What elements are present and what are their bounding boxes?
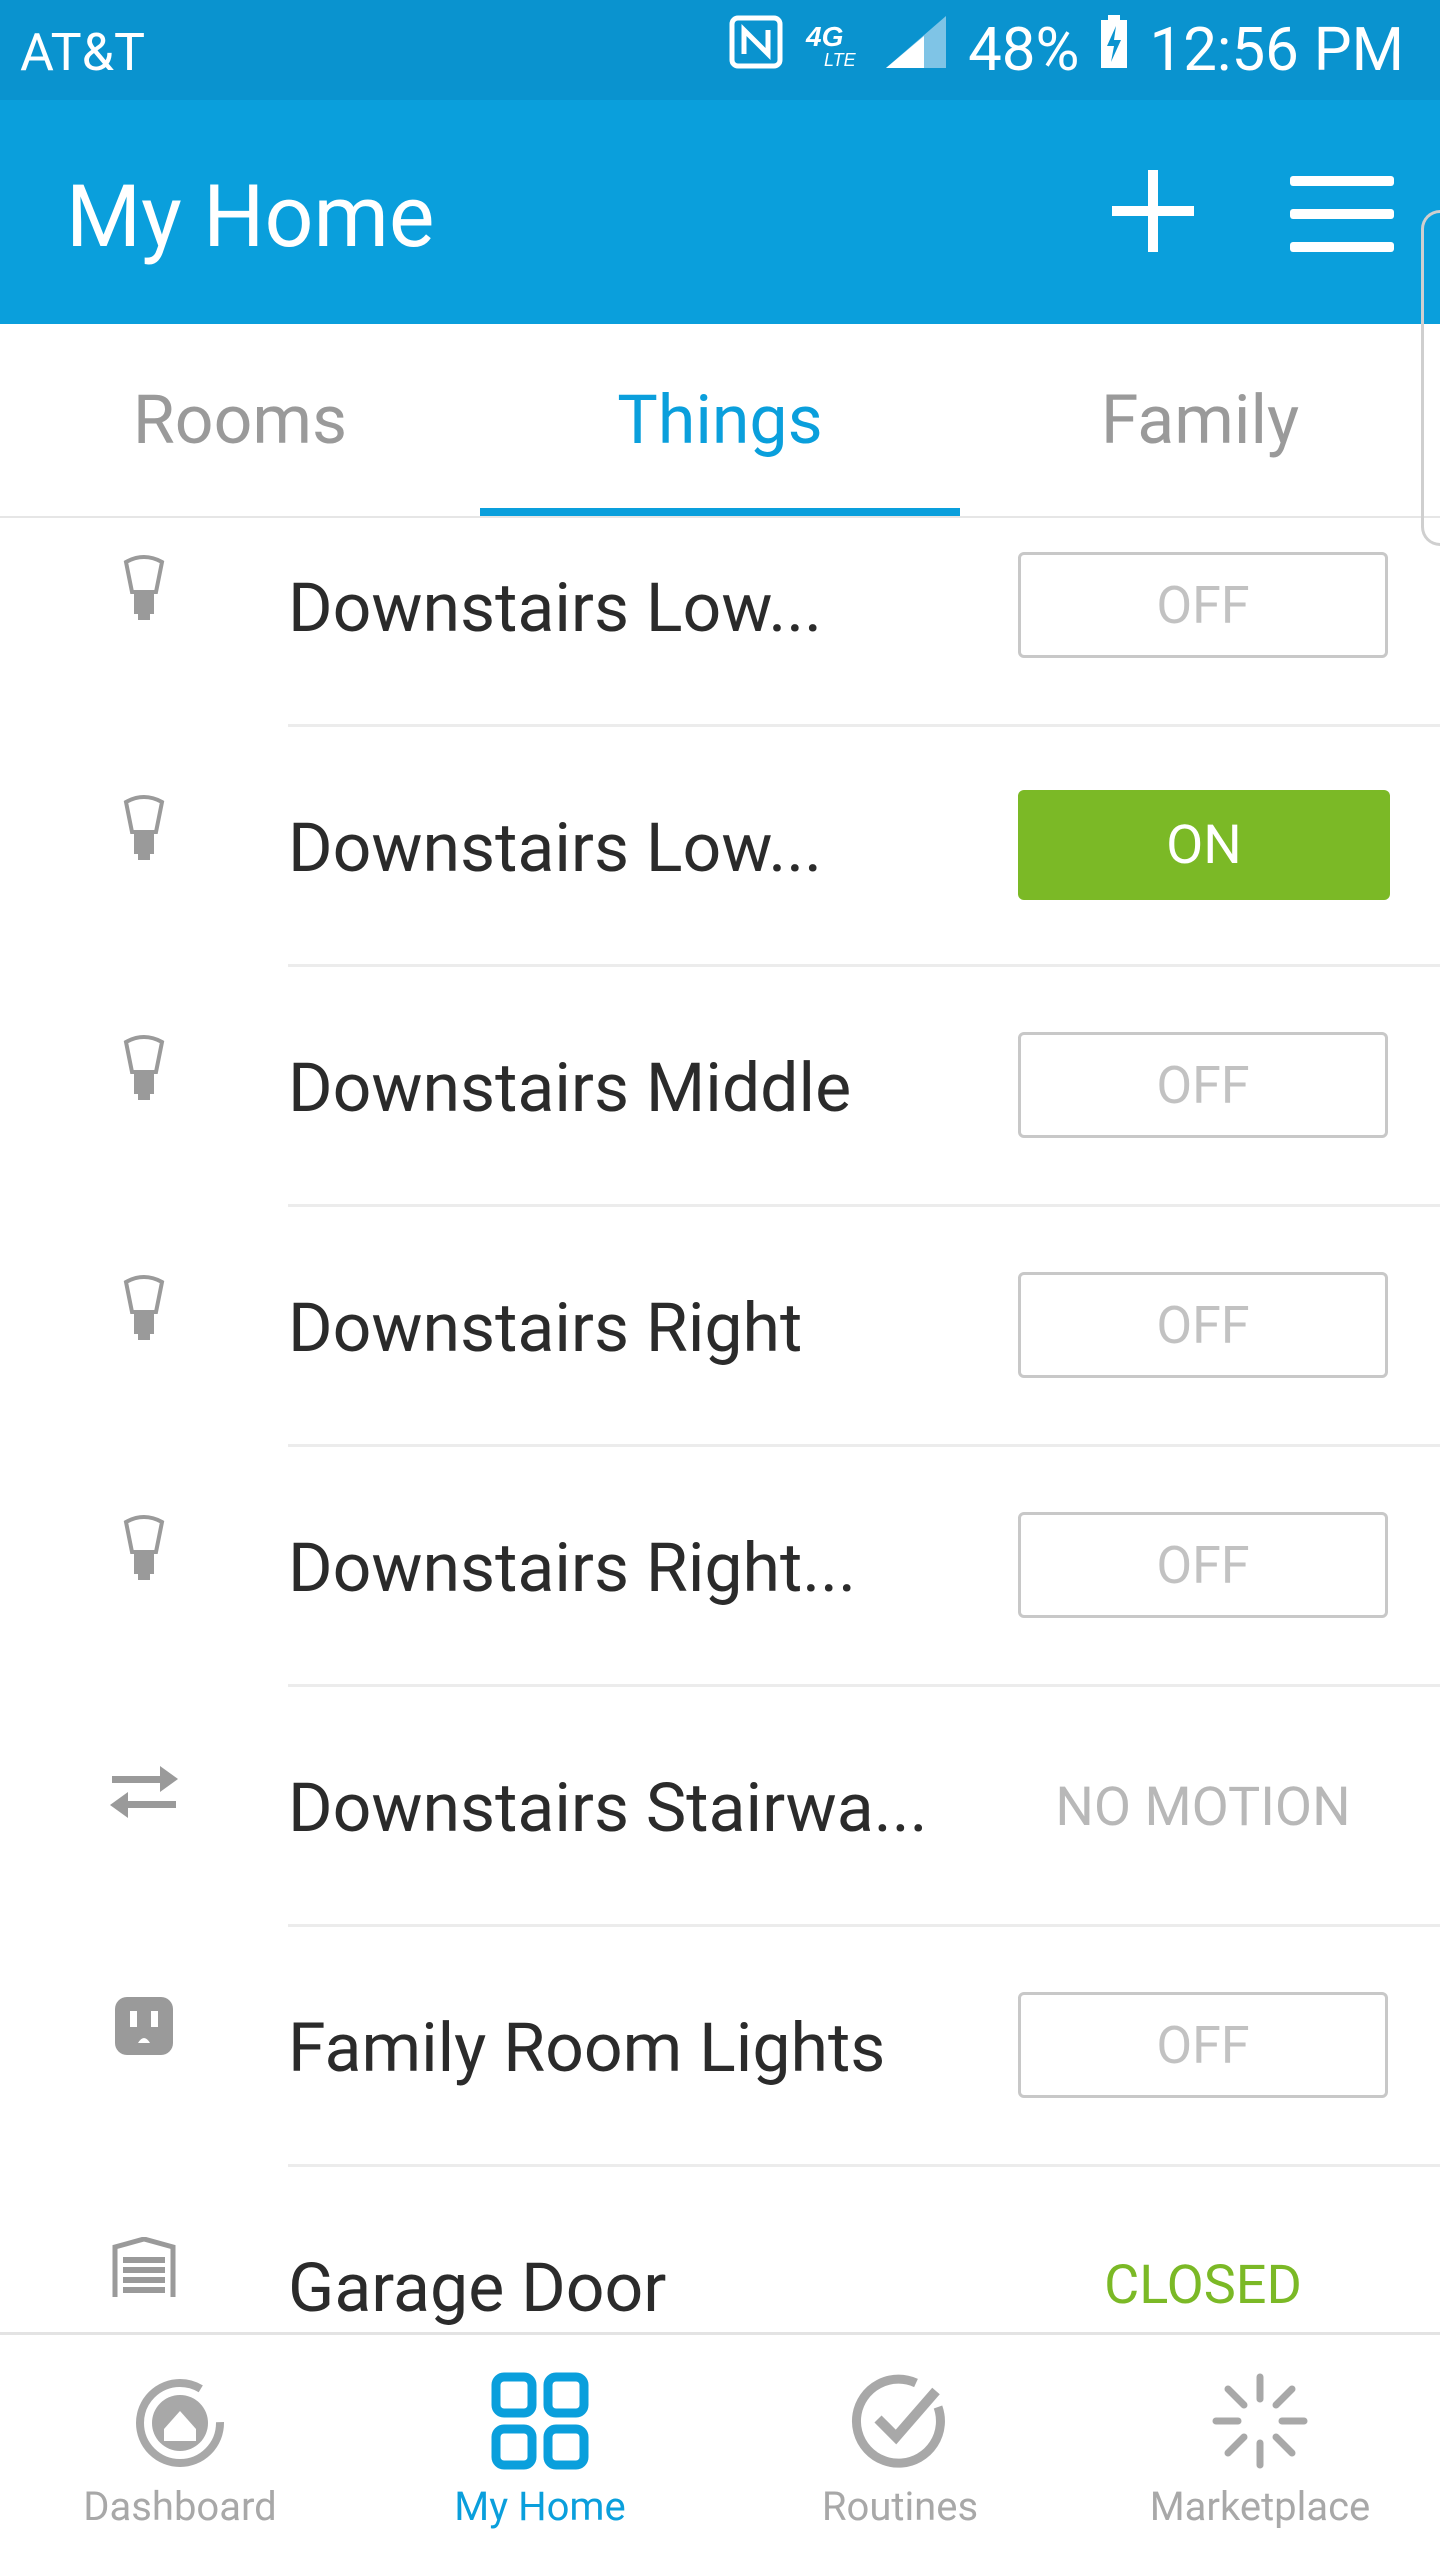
list-item[interactable]: Downstairs Low... ON	[0, 756, 1440, 996]
divider	[288, 1684, 1440, 1687]
battery-percent: 48%	[968, 14, 1080, 85]
thing-name: Garage Door	[288, 2248, 667, 2328]
thing-name: Downstairs Right...	[288, 1528, 857, 1608]
nav-label: Routines	[821, 2483, 979, 2530]
grid-icon	[490, 2371, 590, 2471]
tab-things[interactable]: Things	[480, 324, 960, 516]
tab-family[interactable]: Family	[960, 324, 1440, 516]
marketplace-icon	[1210, 2371, 1310, 2471]
edge-handle	[1421, 210, 1440, 546]
divider	[288, 1924, 1440, 1927]
lte-icon: 4G LTE	[804, 14, 864, 85]
nfc-icon	[728, 14, 784, 85]
toggle-off-button[interactable]: OFF	[1018, 1032, 1388, 1138]
routines-icon	[850, 2371, 950, 2471]
battery-charging-icon	[1099, 14, 1129, 85]
bulb-icon	[108, 792, 180, 864]
status-icons: 4G LTE 48% 12:56 PM	[728, 14, 1404, 85]
svg-text:LTE: LTE	[824, 50, 857, 70]
thing-name: Downstairs Middle	[288, 1048, 852, 1128]
bulb-icon	[108, 1272, 180, 1344]
svg-text:4G: 4G	[805, 21, 843, 52]
bottom-nav: Dashboard My Home Routines Marketplace	[0, 2332, 1440, 2563]
divider	[288, 964, 1440, 967]
hamburger-icon	[1290, 176, 1394, 252]
nav-label: Marketplace	[1149, 2483, 1371, 2530]
nav-marketplace[interactable]: Marketplace	[1080, 2335, 1440, 2563]
bulb-icon	[108, 1032, 180, 1104]
nav-dashboard[interactable]: Dashboard	[0, 2335, 360, 2563]
toggle-off-button[interactable]: OFF	[1018, 552, 1388, 658]
toggle-off-button[interactable]: OFF	[1018, 1992, 1388, 2098]
bulb-icon	[108, 1512, 180, 1584]
toggle-on-button[interactable]: ON	[1018, 790, 1390, 900]
tab-bar: Rooms Things Family	[0, 324, 1440, 518]
thing-name: Family Room Lights	[288, 2008, 886, 2088]
bulb-icon	[108, 552, 180, 624]
toggle-off-button[interactable]: OFF	[1018, 1512, 1388, 1618]
list-item[interactable]: Downstairs Stairwa... NO MOTION	[0, 1716, 1440, 1956]
nav-label: Dashboard	[83, 2483, 277, 2530]
outlet-icon	[108, 1990, 180, 2062]
thing-name: Downstairs Low...	[288, 808, 823, 888]
dashboard-icon	[130, 2371, 230, 2471]
tab-indicator	[480, 508, 960, 516]
carrier-label: AT&T	[20, 22, 146, 83]
garage-status: CLOSED	[1104, 2254, 1302, 2317]
nav-label: My Home	[454, 2483, 626, 2530]
divider	[288, 724, 1440, 727]
motion-sensor-icon	[108, 1756, 180, 1828]
menu-button[interactable]	[1290, 176, 1394, 252]
list-item[interactable]: Downstairs Right... OFF	[0, 1476, 1440, 1716]
garage-door-icon	[108, 2232, 180, 2304]
signal-icon	[884, 14, 948, 85]
list-item[interactable]: Downstairs Low... OFF	[0, 516, 1440, 756]
page-title: My Home	[66, 166, 435, 267]
divider	[288, 1444, 1440, 1447]
nav-my-home[interactable]: My Home	[360, 2335, 720, 2563]
toggle-off-button[interactable]: OFF	[1018, 1272, 1388, 1378]
list-item[interactable]: Downstairs Right OFF	[0, 1236, 1440, 1476]
list-item[interactable]: Downstairs Middle OFF	[0, 996, 1440, 1236]
list-item[interactable]: Family Room Lights OFF	[0, 1956, 1440, 2196]
tab-rooms[interactable]: Rooms	[0, 324, 480, 516]
motion-status: NO MOTION	[1055, 1776, 1351, 1839]
add-button[interactable]	[1108, 166, 1198, 256]
status-bar: AT&T 4G LTE 48% 12:56 PM	[0, 0, 1440, 100]
nav-routines[interactable]: Routines	[720, 2335, 1080, 2563]
plus-icon	[1112, 170, 1194, 252]
clock: 12:56 PM	[1149, 14, 1404, 85]
divider	[288, 2164, 1440, 2167]
thing-name: Downstairs Stairwa...	[288, 1768, 928, 1848]
thing-name: Downstairs Low...	[288, 568, 823, 648]
divider	[288, 1204, 1440, 1207]
app-bar: My Home	[0, 100, 1440, 324]
thing-name: Downstairs Right	[288, 1288, 803, 1368]
